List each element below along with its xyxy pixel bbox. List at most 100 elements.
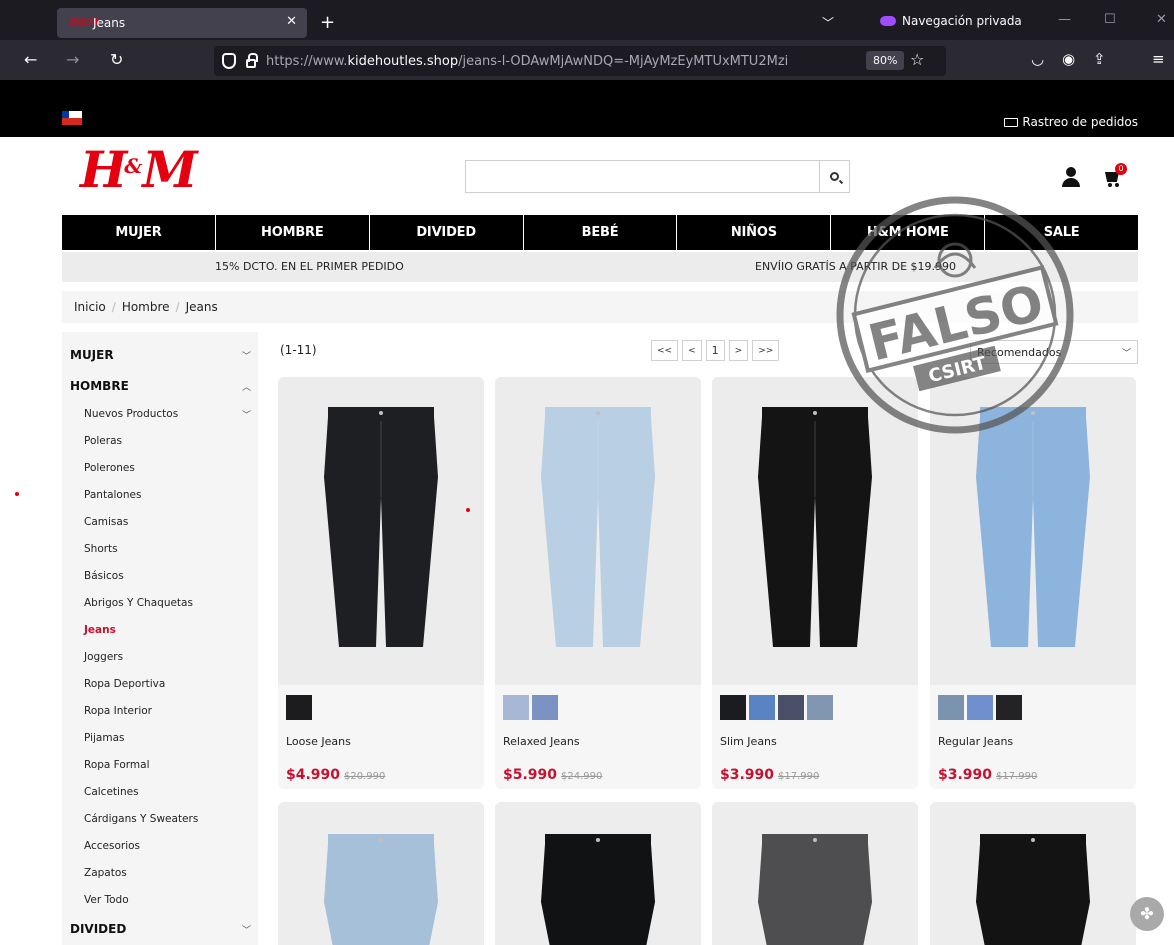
cart-icon[interactable]: 0 bbox=[1103, 163, 1127, 188]
color-swatch[interactable] bbox=[749, 695, 775, 720]
sidebar-item-ropa-interior[interactable]: Ropa Interior bbox=[84, 705, 152, 717]
sidebar-item-cardigans[interactable]: Cárdigans Y Sweaters bbox=[84, 813, 198, 825]
sidebar-item-shorts[interactable]: Shorts bbox=[84, 543, 118, 555]
color-swatch[interactable] bbox=[532, 695, 558, 720]
bookmark-star-icon[interactable]: ☆ bbox=[910, 50, 924, 69]
sidebar-item-accesorios[interactable]: Accesorios bbox=[84, 840, 140, 852]
nav-hombre[interactable]: HOMBRE bbox=[216, 215, 370, 250]
nav-ninos[interactable]: NIÑOS bbox=[677, 215, 832, 250]
prev-page-button[interactable]: < bbox=[682, 340, 702, 361]
sidebar-item-zapatos[interactable]: Zapatos bbox=[84, 867, 127, 879]
chevron-up-icon[interactable]: ︿ bbox=[242, 380, 251, 393]
new-tab-button[interactable]: + bbox=[320, 12, 335, 33]
color-swatch[interactable] bbox=[807, 695, 833, 720]
product-card[interactable]: Loose Jeans $4.990 $20.990 bbox=[278, 377, 484, 789]
breadcrumb-jeans: Jeans bbox=[185, 300, 218, 314]
product-price: $3.990 $17.990 bbox=[938, 767, 1038, 783]
sidebar-hombre[interactable]: HOMBRE bbox=[70, 379, 129, 393]
close-tab-icon[interactable]: ✕ bbox=[286, 14, 297, 29]
sidebar-item-polerones[interactable]: Polerones bbox=[84, 462, 135, 474]
nav-mujer[interactable]: MUJER bbox=[62, 215, 216, 250]
color-swatch[interactable] bbox=[503, 695, 529, 720]
sidebar-item-ropa-formal[interactable]: Ropa Formal bbox=[84, 759, 150, 771]
share-icon[interactable]: ⇪ bbox=[1093, 50, 1106, 68]
search-icon bbox=[830, 172, 839, 181]
sidebar-item-jeans[interactable]: Jeans bbox=[84, 624, 116, 636]
reload-icon[interactable]: ↻ bbox=[110, 50, 123, 69]
sidebar-item-basicos[interactable]: Básicos bbox=[84, 570, 124, 582]
breadcrumb-inicio[interactable]: Inicio bbox=[74, 300, 106, 314]
breadcrumb-hombre[interactable]: Hombre bbox=[122, 300, 170, 314]
sidebar-divided[interactable]: DIVIDED bbox=[70, 922, 126, 936]
sidebar-item-ropa-deportiva[interactable]: Ropa Deportiva bbox=[84, 678, 165, 690]
chile-flag-icon[interactable] bbox=[62, 111, 82, 125]
category-sidebar: MUJER ﹀ HOMBRE ︿ Nuevos Productos ﹀ Pole… bbox=[62, 332, 258, 945]
jeans-image bbox=[324, 407, 438, 647]
nav-bebe[interactable]: BEBÉ bbox=[524, 215, 678, 250]
tab-title: Jeans bbox=[93, 16, 126, 30]
color-swatches bbox=[720, 695, 833, 720]
browser-nav-bar: ← → ↻ https://www.kidehoutles.shop/jeans… bbox=[0, 40, 1174, 80]
sidebar-item-pantalones[interactable]: Pantalones bbox=[84, 489, 141, 501]
first-page-button[interactable]: << bbox=[651, 340, 679, 361]
color-swatches bbox=[286, 695, 312, 720]
chevron-down-icon[interactable]: ﹀ bbox=[822, 14, 834, 31]
back-arrow-icon[interactable]: ← bbox=[24, 50, 37, 69]
truck-icon bbox=[1004, 117, 1019, 127]
sidebar-item-camisas[interactable]: Camisas bbox=[84, 516, 128, 528]
sidebar-item-nuevos-productos[interactable]: Nuevos Productos bbox=[84, 408, 178, 420]
sidebar-item-pijamas[interactable]: Pijamas bbox=[84, 732, 125, 744]
browser-tab[interactable]: H&M Jeans ✕ bbox=[57, 8, 307, 38]
product-name[interactable]: Slim Jeans bbox=[720, 735, 777, 748]
shield-icon[interactable] bbox=[222, 53, 236, 69]
sidebar-mujer[interactable]: MUJER bbox=[70, 348, 114, 362]
product-image[interactable] bbox=[278, 377, 484, 685]
color-swatch[interactable] bbox=[778, 695, 804, 720]
order-tracking-link[interactable]: Rastreo de pedidos bbox=[1004, 115, 1138, 129]
minimize-icon[interactable]: — bbox=[1058, 12, 1071, 27]
sidebar-item-abrigos[interactable]: Abrigos Y Chaquetas bbox=[84, 597, 193, 609]
nav-divided[interactable]: DIVIDED bbox=[370, 215, 524, 250]
color-swatch[interactable] bbox=[967, 695, 993, 720]
chevron-down-icon[interactable]: ﹀ bbox=[242, 923, 251, 936]
product-card[interactable] bbox=[712, 802, 918, 945]
lock-icon[interactable] bbox=[246, 52, 258, 68]
color-swatch[interactable] bbox=[720, 695, 746, 720]
product-name[interactable]: Loose Jeans bbox=[286, 735, 351, 748]
falso-stamp: FALSO CSIRT bbox=[836, 196, 1074, 434]
sidebar-item-calcetines[interactable]: Calcetines bbox=[84, 786, 139, 798]
product-name[interactable]: Regular Jeans bbox=[938, 735, 1013, 748]
help-chat-button[interactable]: ✤ bbox=[1130, 897, 1164, 931]
sidebar-item-joggers[interactable]: Joggers bbox=[84, 651, 123, 663]
search-button[interactable] bbox=[819, 161, 849, 192]
chevron-down-icon[interactable]: ﹀ bbox=[242, 408, 251, 421]
product-card[interactable] bbox=[495, 802, 701, 945]
product-name[interactable]: Relaxed Jeans bbox=[503, 735, 580, 748]
chevron-down-icon[interactable]: ﹀ bbox=[242, 349, 251, 362]
zoom-level[interactable]: 80% bbox=[866, 51, 905, 70]
next-page-button[interactable]: > bbox=[728, 340, 749, 361]
menu-icon[interactable]: ≡ bbox=[1152, 50, 1165, 68]
sidebar-item-ver-todo[interactable]: Ver Todo bbox=[84, 894, 129, 906]
hm-logo[interactable]: H&M bbox=[80, 140, 210, 210]
maximize-icon[interactable]: ☐ bbox=[1104, 12, 1116, 27]
favicon-icon: H&M bbox=[69, 17, 99, 28]
pocket-icon[interactable]: ◡ bbox=[1031, 50, 1044, 68]
address-bar[interactable]: https://www.kidehoutles.shop/jeans-l-ODA… bbox=[214, 46, 946, 76]
color-swatch[interactable] bbox=[938, 695, 964, 720]
product-card[interactable] bbox=[278, 802, 484, 945]
color-swatch[interactable] bbox=[286, 695, 312, 720]
close-window-icon[interactable]: ✕ bbox=[1156, 12, 1167, 27]
user-icon[interactable] bbox=[1061, 167, 1081, 187]
color-swatch[interactable] bbox=[996, 695, 1022, 720]
product-card[interactable]: Relaxed Jeans $5.990 $24.990 bbox=[495, 377, 701, 789]
product-card[interactable] bbox=[930, 802, 1136, 945]
account-icon[interactable]: ◉ bbox=[1062, 50, 1075, 68]
search-input[interactable] bbox=[466, 161, 819, 192]
forward-arrow-icon[interactable]: → bbox=[66, 50, 79, 69]
page-1-button[interactable]: 1 bbox=[705, 340, 725, 361]
url-text[interactable]: https://www.kidehoutles.shop/jeans-l-ODA… bbox=[266, 54, 846, 69]
sidebar-item-poleras[interactable]: Poleras bbox=[84, 435, 122, 447]
last-page-button[interactable]: >> bbox=[752, 340, 780, 361]
product-image[interactable] bbox=[495, 377, 701, 685]
